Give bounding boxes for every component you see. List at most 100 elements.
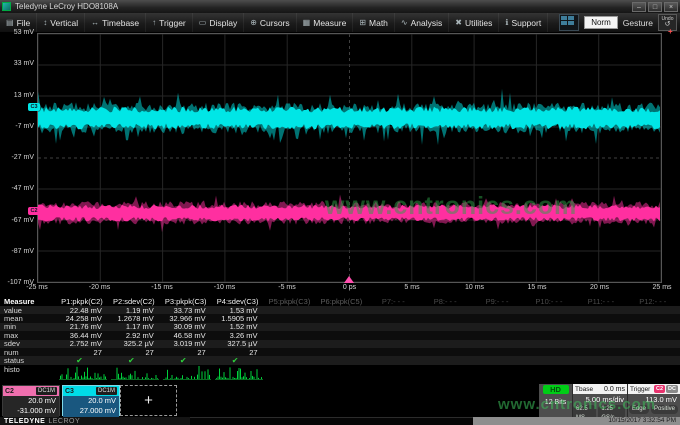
histogram-icon (111, 366, 159, 381)
measure-column-header[interactable]: P5:pkpk(C3) (265, 297, 317, 306)
measure-column-header[interactable]: P10:- - - (524, 297, 576, 306)
trigger-type-info: Edge Positive (628, 405, 680, 414)
time-label: 15 ms (517, 284, 557, 291)
time-label: 20 ms (580, 284, 620, 291)
measure-histogram (213, 365, 265, 381)
clock-timestamp: 10/15/2017 3:32:54 PM (473, 417, 680, 425)
volts-per-div: 20.0 mV (63, 396, 116, 406)
time-label: 10 ms (455, 284, 495, 291)
measure-column-header[interactable]: P12:- - - (628, 297, 680, 306)
channel-id: C2 (5, 388, 14, 395)
timebase-panel[interactable]: Tbase 0.0 ms 5.00 ms/div 62.5 MS 1.25 GS… (572, 384, 627, 417)
measure-column-header[interactable]: P2:sdev(C2) (109, 297, 161, 306)
measure-histogram (161, 365, 213, 381)
trigger-time-marker[interactable] (344, 276, 354, 283)
measure-column-header[interactable]: P6:pkpk(C5) (316, 297, 368, 306)
time-label: 5 ms (392, 284, 432, 291)
measure-column-header[interactable]: P3:pkpk(C3) (161, 297, 213, 306)
measure-histogram (472, 365, 524, 366)
time-label: -15 ms (142, 284, 182, 291)
add-trace-button[interactable]: + (120, 385, 177, 416)
channel-id: C3 (65, 388, 74, 395)
voltage-label: -7 mV (0, 123, 34, 130)
channel-descriptor-c2[interactable]: C2 DC1M20.0 mV-31.000 mV (2, 385, 60, 416)
offset-value: 27.000 mV (63, 406, 116, 416)
timebase-header: Tbase 0.0 ms (573, 384, 627, 394)
measure-row-label: status (0, 356, 57, 365)
measure-histogram (628, 365, 680, 366)
voltage-label: -47 mV (0, 185, 34, 192)
status-check-icon: ✔ (161, 356, 213, 365)
channel-marker-c2[interactable]: C2 (28, 207, 40, 215)
measure-histogram (524, 365, 576, 366)
bit-resolution-label: 12 Bits (539, 399, 572, 406)
descriptor-header: C3 DC1M (63, 386, 119, 396)
descriptor-body: 20.0 mV27.000 mV (63, 396, 119, 417)
brand-lecroy: LECROY (48, 418, 80, 425)
time-label: -5 ms (267, 284, 307, 291)
trigger-source-badge: C2 (654, 385, 665, 393)
coupling-badge: DC1M (96, 387, 117, 395)
measure-row-status: status✔✔✔✔ (0, 356, 680, 364)
voltage-label: 13 mV (0, 92, 34, 99)
trigger-level-clipped-marker: + (668, 27, 673, 36)
measure-header-row: MeasureP1:pkpk(C2)P2:sdev(C2)P3:pkpk(C3)… (0, 296, 680, 306)
voltage-label: -67 mV (0, 217, 34, 224)
measure-histogram (420, 365, 472, 366)
measure-column-header[interactable]: P8:- - - (420, 297, 472, 306)
voltage-label: 33 mV (0, 60, 34, 67)
status-message-bar (190, 417, 473, 425)
timebase-title: Tbase (575, 386, 593, 393)
voltage-label: 53 mV (0, 29, 34, 36)
time-per-div: 5.00 ms/div (573, 394, 627, 405)
measure-histogram (576, 365, 628, 366)
measure-table: MeasureP1:pkpk(C2)P2:sdev(C2)P3:pkpk(C3)… (0, 296, 680, 382)
measure-row-label: histo (0, 365, 57, 374)
trigger-coupling-badge: DC (666, 385, 678, 393)
time-label: 25 ms (642, 284, 680, 291)
descriptor-body: 20.0 mV-31.000 mV (3, 396, 59, 417)
oscilloscope-app: Teledyne LeCroy HDO8108A – □ × ▤File↕Ver… (0, 0, 680, 425)
time-label: -25 ms (17, 284, 57, 291)
measure-histogram (109, 365, 161, 381)
trigger-level: 113.0 mV (628, 394, 680, 405)
histogram-icon (215, 366, 263, 381)
brand-teledyne: TELEDYNE (4, 418, 45, 425)
coupling-badge: DC1M (36, 387, 57, 395)
channel-marker-c3[interactable]: C3 (28, 103, 40, 111)
measure-histogram (265, 365, 317, 366)
measure-column-header[interactable]: P4:sdev(C3) (213, 297, 265, 306)
histogram-icon (59, 366, 107, 381)
measure-column-header[interactable]: P9:- - - (472, 297, 524, 306)
trigger-header: Trigger C2 DC (628, 384, 680, 394)
hd-badge: HD (543, 385, 569, 394)
measure-row-histo: histo (0, 365, 680, 382)
time-label: 0 ps (330, 284, 370, 291)
trigger-type-chip: Edge (629, 405, 649, 414)
scope-display-area: 53 mV 33 mV 13 mV -7 mV -27 mV -47 mV -67 mV -8… (0, 0, 680, 300)
measure-histogram (57, 365, 109, 381)
channel-descriptor-c3[interactable]: C3 DC1M20.0 mV27.000 mV (62, 385, 120, 416)
measure-column-header[interactable]: P11:- - - (576, 297, 628, 306)
waveform-grid[interactable] (37, 33, 662, 283)
measure-column-header[interactable]: P7:- - - (368, 297, 420, 306)
descriptor-header: C2 DC1M (3, 386, 59, 396)
time-label: -20 ms (80, 284, 120, 291)
waveform-canvas (38, 34, 661, 282)
voltage-label: -27 mV (0, 154, 34, 161)
trigger-panel[interactable]: Trigger C2 DC 113.0 mV Edge Positive (627, 384, 680, 417)
measure-column-header[interactable]: P1:pkpk(C2) (57, 297, 109, 306)
measure-histogram (316, 365, 368, 366)
trigger-title: Trigger (630, 386, 650, 393)
brand-logo: TELEDYNE LECROY (0, 417, 190, 425)
voltage-label: -87 mV (0, 248, 34, 255)
histogram-icon (163, 366, 211, 381)
status-check-icon: ✔ (109, 356, 161, 365)
volts-per-div: 20.0 mV (3, 396, 56, 406)
measure-title: Measure (0, 297, 57, 306)
hd-resolution-panel[interactable]: HD 12 Bits (539, 384, 572, 417)
timebase-delay: 0.0 ms (604, 386, 625, 393)
trigger-slope-chip: Positive (651, 405, 678, 414)
measure-histogram (368, 365, 420, 366)
acquisition-panels: HD 12 Bits Tbase 0.0 ms 5.00 ms/div 62.5… (539, 384, 680, 417)
